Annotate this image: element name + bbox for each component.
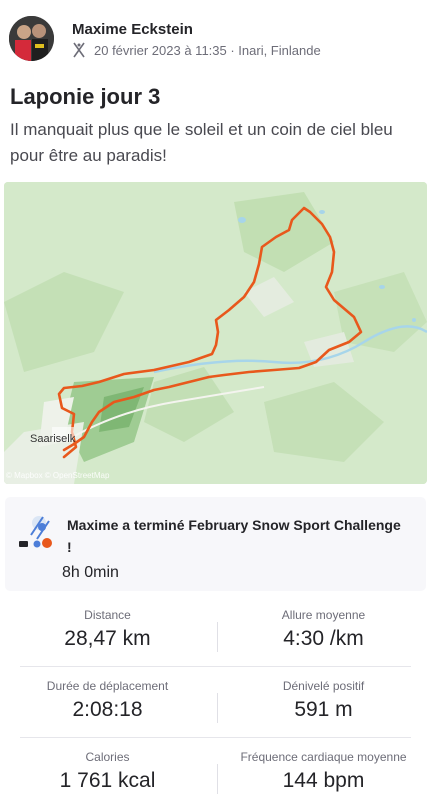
- challenge-text: Maxime a terminé February Snow Sport Cha…: [67, 517, 401, 555]
- stat-calories: Calories 1 761 kcal: [0, 750, 215, 793]
- nordic-ski-icon: [73, 42, 85, 58]
- stat-value: 28,47 km: [64, 627, 151, 650]
- stat-label: Allure moyenne: [281, 608, 366, 622]
- stat-label: Durée de déplacement: [46, 679, 169, 693]
- activity-description: Il manquait plus que le soleil et un coi…: [10, 120, 393, 165]
- stat-label: Calories: [85, 750, 130, 764]
- activity-title[interactable]: Laponie jour 3: [10, 84, 160, 110]
- avatar[interactable]: [9, 16, 54, 61]
- stat-heart-rate: Fréquence cardiaque moyenne 144 bpm: [216, 750, 431, 793]
- stat-value: 144 bpm: [282, 769, 365, 792]
- stat-label: Fréquence cardiaque moyenne: [240, 750, 407, 764]
- divider: [20, 737, 411, 738]
- stat-label: Dénivelé positif: [282, 679, 365, 693]
- map-place-label: Saariselk: [30, 433, 76, 445]
- challenge-duration: 8h 0min: [62, 564, 119, 581]
- activity-meta: 20 février 2023 à 11:35 · Inari, Finland…: [72, 42, 321, 58]
- stat-value: 2:08:18: [72, 698, 143, 721]
- stat-value: 591 m: [294, 698, 353, 721]
- stat-distance: Distance 28,47 km: [0, 608, 215, 651]
- athlete-name[interactable]: Maxime Eckstein: [72, 21, 193, 38]
- divider: [20, 666, 411, 667]
- date-location: 20 février 2023 à 11:35 · Inari, Finland…: [94, 42, 321, 58]
- stat-value: 4:30 /km: [283, 627, 364, 650]
- stat-moving-time: Durée de déplacement 2:08:18: [0, 679, 215, 722]
- stat-elevation-gain: Dénivelé positif 591 m: [216, 679, 431, 722]
- stat-label: Distance: [84, 608, 131, 622]
- stat-pace: Allure moyenne 4:30 /km: [216, 608, 431, 651]
- activity-header: Maxime Eckstein 20 février 2023 à 11:35 …: [0, 0, 431, 78]
- map-attribution[interactable]: © Mapbox © OpenStreetMap: [6, 471, 109, 480]
- stat-value: 1 761 kcal: [59, 769, 156, 792]
- challenge-badge-icon: [19, 516, 52, 548]
